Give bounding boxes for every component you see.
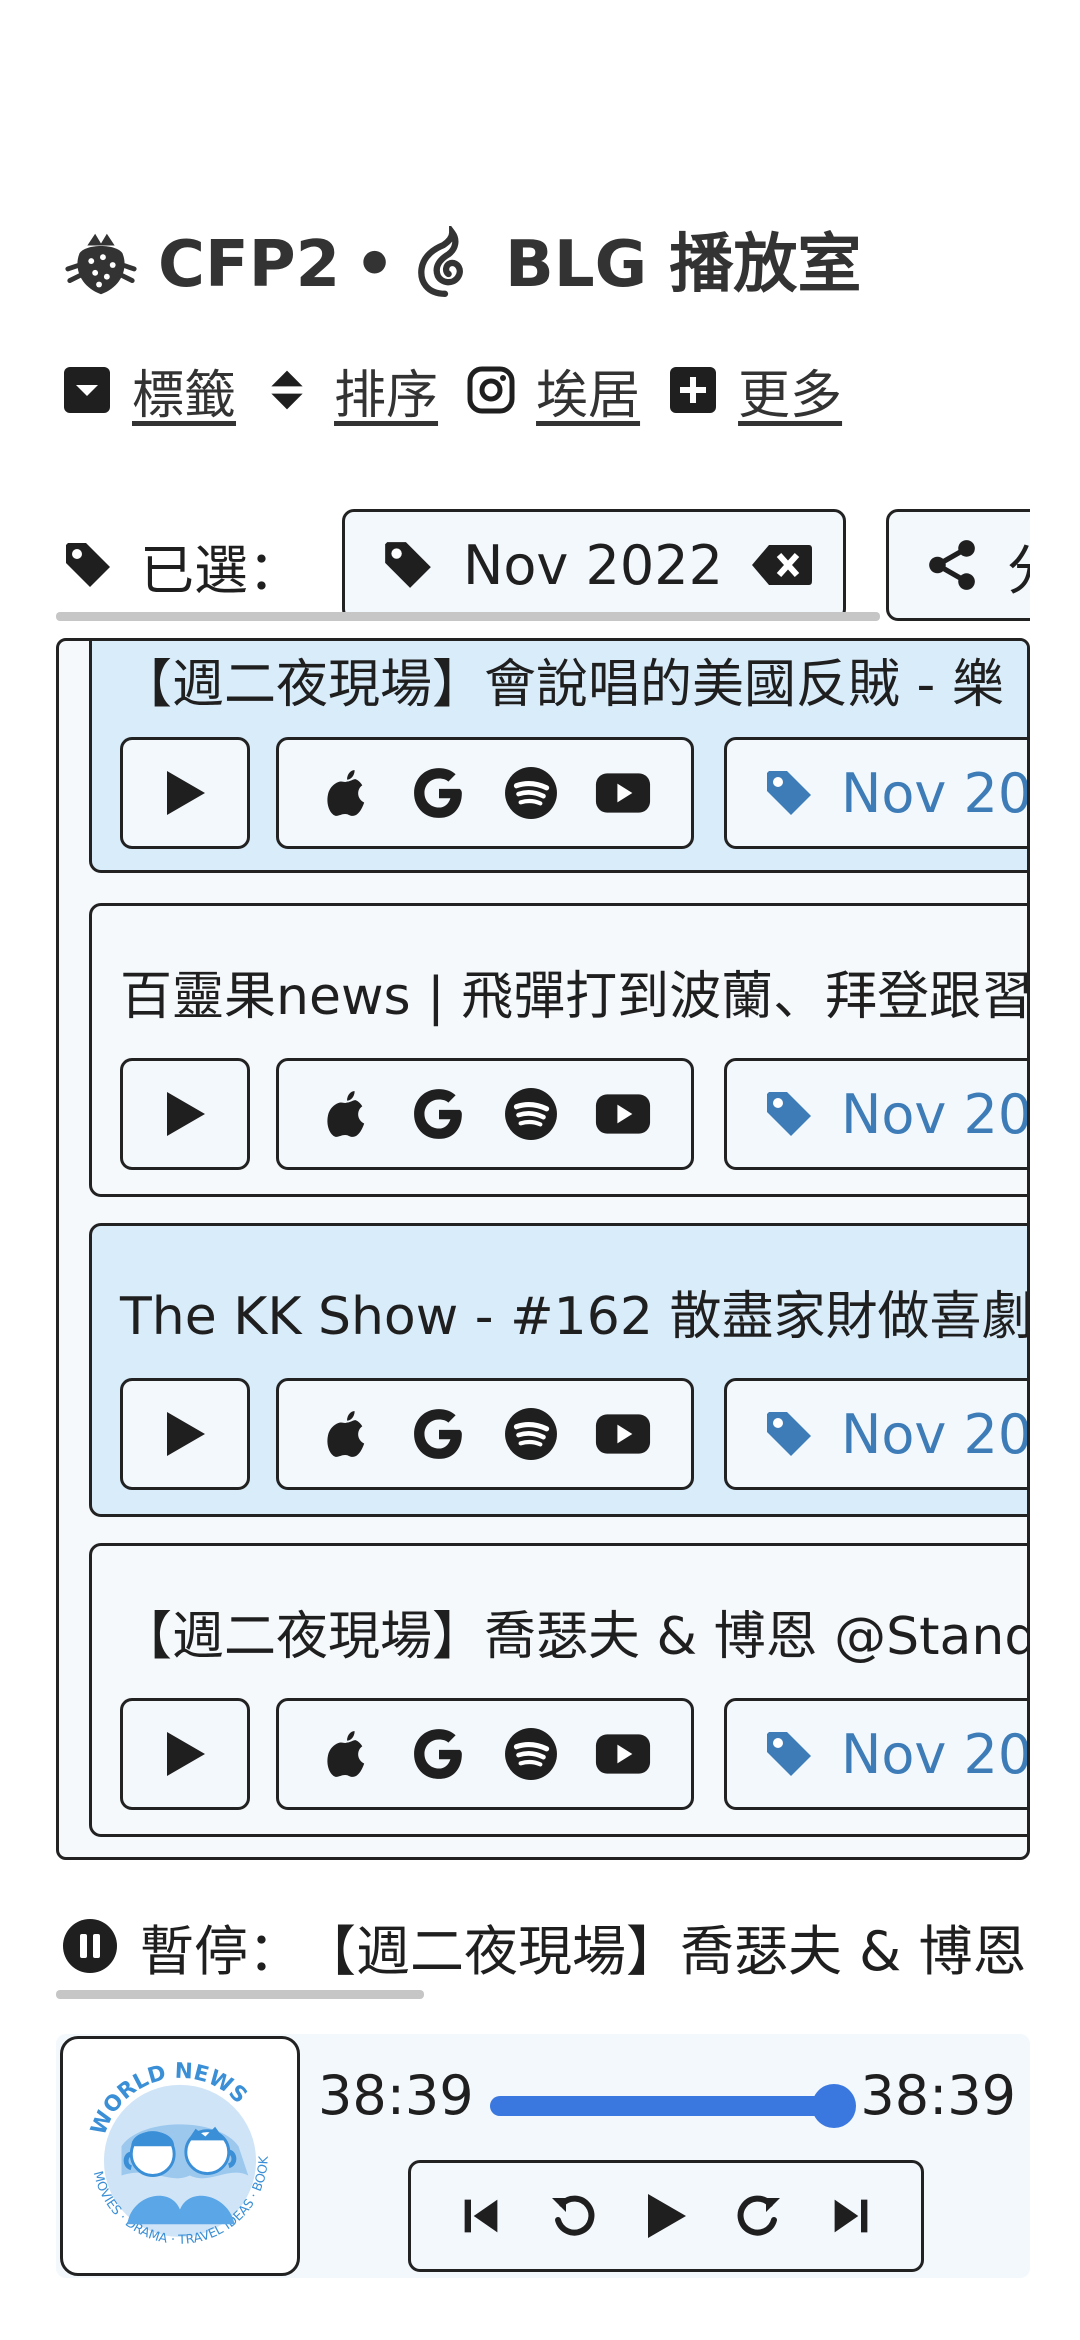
nav-more[interactable]: 更多 (668, 353, 842, 428)
nav-tags[interactable]: 標籤 (62, 353, 236, 428)
brand-right: BLG 播放室 (505, 228, 862, 302)
cover-art: WORLD NEWS MOVIES · DRAMA · TRAVEL IDEAS… (60, 2036, 300, 2276)
play-icon (167, 771, 205, 815)
pause-circle-icon (63, 1919, 117, 1973)
audio-player: WORLD NEWS MOVIES · DRAMA · TRAVEL IDEAS… (56, 2034, 1030, 2278)
apple-icon[interactable] (319, 765, 375, 821)
swirl-icon (409, 226, 487, 304)
play-button[interactable] (120, 1378, 250, 1490)
tag-box-icon (62, 365, 112, 415)
tag-chip[interactable]: Nov 2022 (724, 737, 1030, 849)
sort-icon (264, 365, 314, 415)
tag-icon (767, 771, 811, 815)
spotify-icon[interactable] (503, 765, 559, 821)
episode-card: 百靈果news | 飛彈打到波蘭、拜登跟習 Nov 2022 (89, 903, 1030, 1197)
platform-links (276, 737, 694, 849)
instagram-icon (466, 365, 516, 415)
now-playing-title: 【週二夜現場】喬瑟夫 & 博恩 (302, 1919, 1027, 1983)
selected-chip[interactable]: Nov 2022 (342, 509, 846, 621)
horizontal-scrollbar[interactable] (56, 1990, 424, 1999)
spotify-icon[interactable] (503, 1726, 559, 1782)
top-nav: 標籤 排序 埃居 更多 (62, 353, 870, 428)
nav-tags-label[interactable]: 標籤 (132, 353, 236, 428)
elapsed-time: 38:39 (318, 2064, 474, 2127)
play-icon (167, 1732, 205, 1776)
play-icon (167, 1092, 205, 1136)
progress-slider[interactable] (490, 2084, 856, 2128)
progress-fill (490, 2096, 834, 2116)
apple-icon[interactable] (319, 1406, 375, 1462)
duration-time: 38:39 (860, 2064, 1016, 2127)
strawberry-icon (62, 226, 140, 304)
tag-icon (385, 542, 431, 588)
google-icon[interactable] (411, 1406, 467, 1462)
episode-title[interactable]: 【週二夜現場】喬瑟夫 & 博恩 @Stand (120, 1594, 1027, 1669)
platform-links (276, 1698, 694, 1810)
backspace-icon[interactable] (751, 543, 813, 587)
episode-card: 【週二夜現場】會說唱的美國反賊 - 樂 Nov 2022 (89, 641, 1030, 873)
now-playing-status: 暫停： 【週二夜現場】喬瑟夫 & 博恩 (62, 1906, 1030, 1986)
episode-title[interactable]: The KK Show - #162 散盡家財做喜劇 (120, 1274, 1027, 1349)
skip-next-icon[interactable] (823, 2188, 879, 2244)
forward-icon[interactable] (730, 2188, 786, 2244)
rewind-icon[interactable] (546, 2188, 602, 2244)
tag-icon (767, 1412, 811, 1456)
episode-card: 【週二夜現場】喬瑟夫 & 博恩 @Stand Nov 2022 (89, 1543, 1030, 1837)
tag-chip-label: Nov 2022 (841, 1402, 1030, 1466)
episode-title[interactable]: 【週二夜現場】會說唱的美國反賊 - 樂 (120, 642, 1004, 717)
selected-label-text: 已選： (140, 538, 302, 602)
brand-separator: • (354, 228, 396, 302)
play-icon (167, 1412, 205, 1456)
tag-chip[interactable]: Nov 2022 (724, 1698, 1030, 1810)
brand-left: CFP2 (158, 228, 341, 302)
apple-icon[interactable] (319, 1086, 375, 1142)
google-icon[interactable] (411, 1726, 467, 1782)
share-label: 分享 (1007, 526, 1030, 605)
platform-links (276, 1058, 694, 1170)
nav-instagram-label[interactable]: 埃居 (536, 353, 640, 428)
play-button[interactable] (120, 1698, 250, 1810)
horizontal-scrollbar[interactable] (56, 612, 880, 621)
platform-links (276, 1378, 694, 1490)
episode-card: The KK Show - #162 散盡家財做喜劇 Nov 2022 (89, 1223, 1030, 1517)
page-header: CFP2 • BLG 播放室 (62, 220, 861, 310)
nav-sort[interactable]: 排序 (264, 353, 438, 428)
apple-icon[interactable] (319, 1726, 375, 1782)
selected-chip-label: Nov 2022 (463, 533, 723, 597)
nav-instagram[interactable]: 埃居 (466, 353, 640, 428)
google-icon[interactable] (411, 1086, 467, 1142)
tag-chip-label: Nov 2022 (841, 761, 1030, 825)
spotify-icon[interactable] (503, 1086, 559, 1142)
tag-icon (767, 1732, 811, 1776)
selected-filters: 已選： Nov 2022 分享 (62, 505, 1030, 625)
google-icon[interactable] (411, 765, 467, 821)
tag-chip-label: Nov 2022 (841, 1722, 1030, 1786)
nav-sort-label[interactable]: 排序 (334, 353, 438, 428)
tag-chip[interactable]: Nov 2022 (724, 1378, 1030, 1490)
youtube-icon[interactable] (595, 765, 651, 821)
play-icon[interactable] (638, 2188, 694, 2244)
episode-title[interactable]: 百靈果news | 飛彈打到波蘭、拜登跟習 (120, 954, 1027, 1029)
plus-box-icon (668, 365, 718, 415)
tag-chip[interactable]: Nov 2022 (724, 1058, 1030, 1170)
nav-more-label[interactable]: 更多 (738, 353, 842, 428)
tag-icon (66, 543, 110, 587)
tag-chip-label: Nov 2022 (841, 1082, 1030, 1146)
episode-list[interactable]: 【週二夜現場】會說唱的美國反賊 - 樂 Nov 2022 百靈果news | 飛… (56, 638, 1030, 1860)
share-icon (929, 540, 975, 590)
status-label: 暫停： (140, 1919, 302, 1983)
play-button[interactable] (120, 737, 250, 849)
tag-icon (767, 1092, 811, 1136)
podcast-cover-image: WORLD NEWS MOVIES · DRAMA · TRAVEL IDEAS… (63, 2039, 271, 2247)
selected-label: 已選： (62, 526, 302, 605)
skip-previous-icon[interactable] (453, 2188, 509, 2244)
playback-controls (408, 2160, 924, 2272)
play-button[interactable] (120, 1058, 250, 1170)
youtube-icon[interactable] (595, 1406, 651, 1462)
share-button[interactable]: 分享 (885, 509, 1030, 621)
youtube-icon[interactable] (595, 1086, 651, 1142)
youtube-icon[interactable] (595, 1726, 651, 1782)
progress-knob[interactable] (812, 2084, 856, 2128)
spotify-icon[interactable] (503, 1406, 559, 1462)
